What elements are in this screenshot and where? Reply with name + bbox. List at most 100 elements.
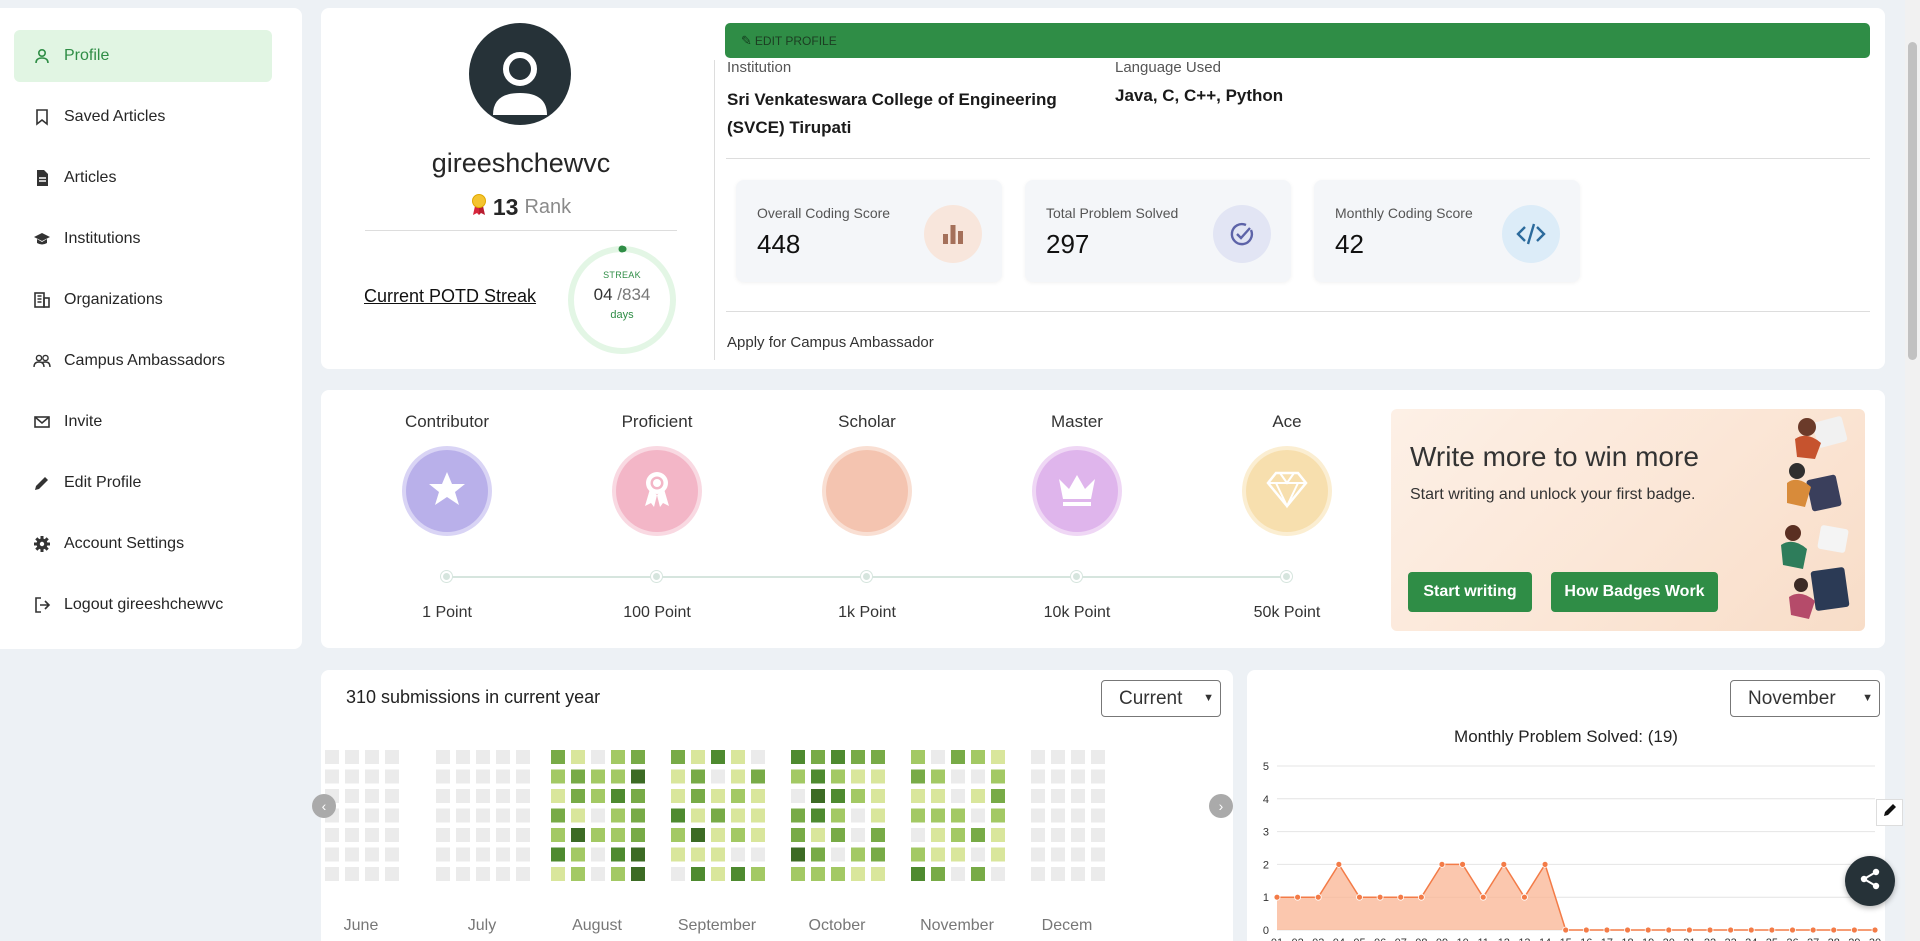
chart-point[interactable] <box>1376 893 1384 901</box>
heatmap-cell[interactable] <box>1051 769 1065 784</box>
heatmap-cell[interactable] <box>971 789 985 803</box>
heatmap-cell[interactable] <box>551 847 565 862</box>
heatmap-cell[interactable] <box>731 828 745 842</box>
chart-point[interactable] <box>1603 926 1611 934</box>
heatmap-cell[interactable] <box>365 789 379 803</box>
heatmap-cell[interactable] <box>456 750 470 764</box>
heatmap-cell[interactable] <box>631 847 645 862</box>
heatmap-cell[interactable] <box>571 769 585 784</box>
heatmap-cell[interactable] <box>496 750 510 764</box>
heatmap-cell[interactable] <box>571 867 585 881</box>
heatmap-cell[interactable] <box>971 828 985 842</box>
heatmap-cell[interactable] <box>325 828 339 842</box>
heatmap-cell[interactable] <box>611 789 625 803</box>
heatmap-cell[interactable] <box>365 769 379 784</box>
chart-point[interactable] <box>1747 926 1755 934</box>
heatmap-cell[interactable] <box>911 847 925 862</box>
heatmap-cell[interactable] <box>971 847 985 862</box>
heatmap-cell[interactable] <box>436 847 450 862</box>
heatmap-cell[interactable] <box>571 828 585 842</box>
chart-point[interactable] <box>1665 926 1673 934</box>
heatmap-cell[interactable] <box>1051 867 1065 881</box>
heatmap-cell[interactable] <box>951 750 965 764</box>
heatmap-cell[interactable] <box>385 828 399 842</box>
heatmap-cell[interactable] <box>385 750 399 764</box>
heatmap-cell[interactable] <box>931 750 945 764</box>
heatmap-cell[interactable] <box>1051 847 1065 862</box>
sidebar-item-articles[interactable]: Articles <box>14 152 272 204</box>
heatmap-cell[interactable] <box>671 789 685 803</box>
edit-profile-button[interactable]: ✎ EDIT PROFILE <box>725 23 1870 58</box>
chart-point[interactable] <box>1727 926 1735 934</box>
sidebar-item-organizations[interactable]: Organizations <box>14 274 272 326</box>
heatmap-cell[interactable] <box>691 847 705 862</box>
heatmap-cell[interactable] <box>436 769 450 784</box>
sidebar-item-edit[interactable]: Edit Profile <box>14 457 272 509</box>
chart-point[interactable] <box>1768 926 1776 934</box>
heatmap-cell[interactable] <box>1031 847 1045 862</box>
heatmap-cell[interactable] <box>831 808 845 823</box>
heatmap-cell[interactable] <box>1091 789 1105 803</box>
heatmap-cell[interactable] <box>551 867 565 881</box>
heatmap-cell[interactable] <box>791 750 805 764</box>
heatmap-cell[interactable] <box>516 867 530 881</box>
heatmap-cell[interactable] <box>611 769 625 784</box>
heatmap-cell[interactable] <box>325 769 339 784</box>
heatmap-cell[interactable] <box>516 847 530 862</box>
heatmap-cell[interactable] <box>1091 828 1105 842</box>
heatmap-cell[interactable] <box>871 750 885 764</box>
heatmap-cell[interactable] <box>851 867 865 881</box>
heatmap-cell[interactable] <box>325 867 339 881</box>
heatmap-cell[interactable] <box>931 769 945 784</box>
heatmap-cell[interactable] <box>731 847 745 862</box>
heatmap-cell[interactable] <box>385 808 399 823</box>
heatmap-cell[interactable] <box>911 828 925 842</box>
heatmap-cell[interactable] <box>591 808 605 823</box>
page-scrollbar[interactable] <box>1905 0 1920 941</box>
heatmap-cell[interactable] <box>476 750 490 764</box>
heatmap-cell[interactable] <box>345 789 359 803</box>
heatmap-cell[interactable] <box>851 750 865 764</box>
chart-point[interactable] <box>1809 926 1817 934</box>
heatmap-cell[interactable] <box>831 769 845 784</box>
heatmap-cell[interactable] <box>791 769 805 784</box>
chart-point[interactable] <box>1356 893 1363 901</box>
heatmap-cell[interactable] <box>791 867 805 881</box>
heatmap-cell[interactable] <box>951 769 965 784</box>
sidebar-item-account[interactable]: Account Settings <box>14 518 272 570</box>
heatmap-cell[interactable] <box>951 847 965 862</box>
heatmap-cell[interactable] <box>951 789 965 803</box>
heatmap-cell[interactable] <box>496 789 510 803</box>
heatmap-cell[interactable] <box>991 808 1005 823</box>
chart-point[interactable] <box>1871 926 1879 934</box>
heatmap-cell[interactable] <box>1051 750 1065 764</box>
heatmap-cell[interactable] <box>711 867 725 881</box>
heatmap-cell[interactable] <box>1071 828 1085 842</box>
heatmap-cell[interactable] <box>631 789 645 803</box>
heatmap-cell[interactable] <box>591 750 605 764</box>
chart-point[interactable] <box>1273 893 1281 901</box>
badge-ace[interactable]: Ace <box>1207 412 1367 532</box>
heatmap-cell[interactable] <box>751 769 765 784</box>
chart-point[interactable] <box>1397 893 1405 901</box>
chart-point[interactable] <box>1582 926 1590 934</box>
heatmap-cell[interactable] <box>831 828 845 842</box>
heatmap-cell[interactable] <box>751 847 765 862</box>
chart-point[interactable] <box>1294 893 1302 901</box>
heatmap-cell[interactable] <box>691 808 705 823</box>
heatmap-cell[interactable] <box>345 867 359 881</box>
chart-point[interactable] <box>1438 861 1446 868</box>
heatmap-cell[interactable] <box>671 828 685 842</box>
heatmap-cell[interactable] <box>971 808 985 823</box>
heatmap-cell[interactable] <box>871 867 885 881</box>
heatmap-cell[interactable] <box>851 808 865 823</box>
heatmap-cell[interactable] <box>931 789 945 803</box>
heatmap-cell[interactable] <box>691 789 705 803</box>
heatmap-cell[interactable] <box>1071 750 1085 764</box>
heatmap-cell[interactable] <box>551 769 565 784</box>
heatmap-cell[interactable] <box>611 847 625 862</box>
heatmap-cell[interactable] <box>691 769 705 784</box>
heatmap-next-arrow[interactable]: › <box>1209 794 1233 818</box>
heatmap-cell[interactable] <box>711 828 725 842</box>
heatmap-cell[interactable] <box>496 769 510 784</box>
